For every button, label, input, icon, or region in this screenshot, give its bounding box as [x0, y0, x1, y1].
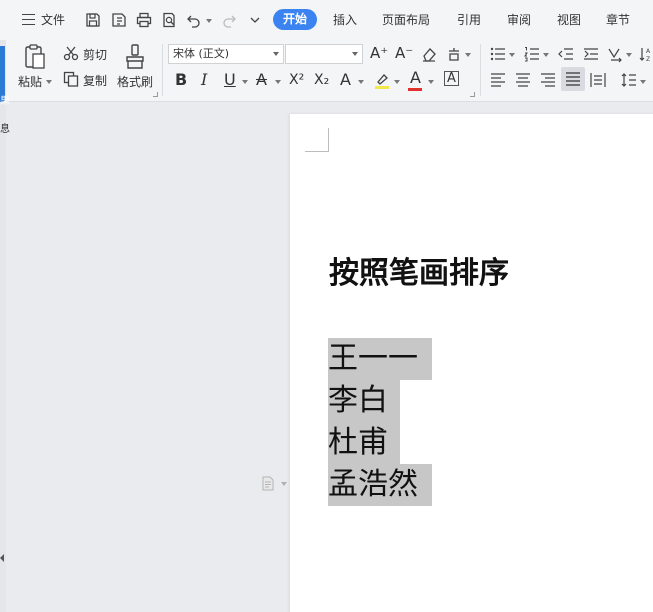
- file-menu[interactable]: 文件: [41, 10, 65, 30]
- underline-icon[interactable]: U: [224, 71, 236, 89]
- document-page[interactable]: 按照笔画排序 王一一 李白 杜甫 孟浩然: [290, 114, 653, 612]
- document-line-selected[interactable]: 杜甫: [328, 422, 400, 464]
- tab-home[interactable]: 开始: [273, 9, 317, 30]
- text-effect-icon[interactable]: A: [340, 71, 351, 89]
- char-border-icon[interactable]: A: [444, 71, 459, 86]
- page-corner-mark: [305, 128, 329, 152]
- tab-insert[interactable]: 插入: [333, 10, 357, 30]
- left-edge-text: 果: [0, 96, 10, 107]
- font-color-bar: [408, 88, 422, 91]
- svg-text:Z: Z: [646, 56, 650, 63]
- document-line-selected[interactable]: 王一一: [328, 338, 432, 380]
- superscript-icon[interactable]: X²: [289, 71, 304, 89]
- shrink-font-icon[interactable]: A⁻: [395, 44, 413, 62]
- document-line-selected[interactable]: 李白: [328, 380, 400, 422]
- paragraph-marker-dropdown-icon[interactable]: [281, 482, 287, 486]
- print-icon[interactable]: [135, 11, 153, 29]
- highlight-dropdown-icon[interactable]: [394, 80, 400, 84]
- increase-indent-icon[interactable]: [582, 45, 600, 63]
- paste-dropdown-icon[interactable]: [46, 80, 52, 84]
- cut-button[interactable]: 剪切: [83, 46, 107, 63]
- tab-page-layout[interactable]: 页面布局: [382, 10, 430, 30]
- print-preview-icon[interactable]: [160, 11, 178, 29]
- font-color-dropdown-icon[interactable]: [428, 80, 434, 84]
- format-painter-button[interactable]: 格式刷: [117, 73, 153, 90]
- subscript-icon[interactable]: X₂: [314, 71, 329, 89]
- ribbon-toolbar: 粘贴 剪切 复制 格式刷 宋体 (正文) A⁺ A⁻ B I U A X² X₂…: [0, 40, 653, 102]
- left-edge-text: 息: [0, 124, 10, 135]
- document-line-selected[interactable]: 孟浩然: [328, 464, 432, 506]
- line-spacing-icon[interactable]: [620, 71, 638, 89]
- align-right-icon[interactable]: [539, 71, 557, 89]
- paragraph-marker-icon[interactable]: [262, 476, 274, 491]
- clear-format-icon[interactable]: [420, 45, 438, 63]
- bullet-list-icon[interactable]: [489, 45, 507, 63]
- left-panel-edge: 果 息: [0, 40, 10, 612]
- save-as-icon[interactable]: [110, 11, 128, 29]
- ribbon-separator: [162, 44, 163, 96]
- font-size-select[interactable]: [285, 44, 363, 64]
- numbered-list-icon[interactable]: [523, 45, 541, 63]
- copy-icon[interactable]: [62, 70, 80, 88]
- tab-view[interactable]: 视图: [557, 10, 581, 30]
- menu-icon[interactable]: [22, 14, 35, 25]
- highlight-icon[interactable]: [373, 72, 391, 90]
- align-left-icon[interactable]: [489, 71, 507, 89]
- align-center-icon[interactable]: [514, 71, 532, 89]
- text-direction-icon[interactable]: [606, 45, 624, 63]
- tab-review[interactable]: 审阅: [507, 10, 531, 30]
- tab-references[interactable]: 引用: [457, 10, 481, 30]
- save-icon[interactable]: [84, 11, 102, 29]
- font-name-value: 宋体 (正文): [173, 47, 230, 60]
- copy-button[interactable]: 复制: [83, 72, 107, 89]
- distribute-icon[interactable]: [589, 71, 607, 89]
- strikethrough-dropdown-icon[interactable]: [275, 80, 281, 84]
- scissors-icon[interactable]: [62, 44, 80, 62]
- tab-section[interactable]: 章节: [606, 10, 630, 30]
- menu-bar: 文件 开始 插入 页面布局 引用 审阅 视图 章节: [0, 0, 653, 40]
- bullet-list-dropdown-icon[interactable]: [509, 53, 515, 57]
- undo-icon[interactable]: [185, 11, 203, 29]
- justify-button[interactable]: [561, 67, 585, 91]
- justify-icon: [564, 70, 582, 88]
- strikethrough-icon[interactable]: A: [256, 71, 267, 89]
- more-icon[interactable]: [246, 11, 264, 29]
- numbered-list-dropdown-icon[interactable]: [543, 53, 549, 57]
- font-color-icon[interactable]: A: [410, 69, 421, 87]
- ribbon-separator: [480, 44, 481, 96]
- clipboard-launcher-icon[interactable]: [153, 92, 158, 97]
- text-effect-dropdown-icon[interactable]: [358, 80, 364, 84]
- format-painter-icon[interactable]: [124, 43, 146, 71]
- font-name-dropdown-icon: [273, 52, 279, 56]
- decrease-indent-icon[interactable]: [557, 45, 575, 63]
- phonetic-guide-icon[interactable]: [445, 45, 463, 63]
- redo-icon[interactable]: [220, 11, 238, 29]
- collapse-arrow-icon[interactable]: [0, 554, 4, 562]
- undo-dropdown-icon[interactable]: [206, 19, 212, 23]
- svg-text:A: A: [646, 48, 651, 55]
- font-launcher-icon[interactable]: [470, 92, 475, 97]
- paste-button[interactable]: 粘贴: [18, 73, 42, 90]
- bold-icon[interactable]: B: [175, 71, 187, 89]
- line-spacing-dropdown-icon[interactable]: [640, 80, 646, 84]
- underline-dropdown-icon[interactable]: [242, 80, 248, 84]
- font-name-select[interactable]: 宋体 (正文): [168, 44, 284, 64]
- sort-icon[interactable]: AZ: [638, 45, 653, 63]
- font-size-dropdown-icon: [352, 52, 358, 56]
- phonetic-dropdown-icon[interactable]: [465, 53, 471, 57]
- italic-icon[interactable]: I: [201, 71, 207, 89]
- grow-font-icon[interactable]: A⁺: [370, 44, 388, 62]
- paste-icon[interactable]: [22, 43, 48, 71]
- document-heading[interactable]: 按照笔画排序: [329, 254, 509, 294]
- text-direction-dropdown-icon[interactable]: [626, 53, 632, 57]
